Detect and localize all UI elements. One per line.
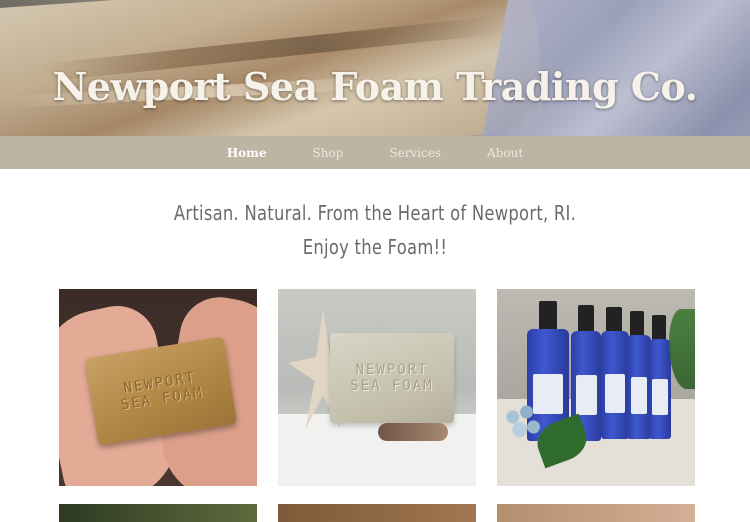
- gallery-image-row2-1[interactable]: [59, 504, 257, 522]
- blue-bottle: [627, 335, 651, 439]
- bottle-pump: [606, 307, 622, 333]
- seashell: [378, 423, 448, 441]
- blue-bottle: [649, 339, 671, 439]
- bottle-pump: [539, 301, 557, 331]
- bottle-pump: [578, 305, 594, 333]
- tagline-line-2: Enjoy the Foam!!: [302, 235, 448, 259]
- nav-item-shop[interactable]: Shop: [290, 146, 367, 160]
- main-nav: Home Shop Services About: [0, 136, 750, 169]
- gallery-image-hands-soap[interactable]: NEWPORT SEA FOAM: [59, 289, 257, 486]
- gallery-image-row2-2[interactable]: [278, 504, 476, 522]
- gallery-image-starfish-soap[interactable]: NEWPORT SEA FOAM: [278, 289, 476, 486]
- blue-bottle: [601, 331, 629, 439]
- soap-stamp-line-2: SEA FOAM: [350, 378, 434, 394]
- bottle-pump: [630, 311, 644, 337]
- ivy-leaves: [669, 309, 695, 389]
- soap-stamp-line-1: NEWPORT: [355, 362, 429, 378]
- bottle-pump: [652, 315, 666, 341]
- gallery-image-row2-3[interactable]: [497, 504, 695, 522]
- site-title[interactable]: Newport Sea Foam Trading Co.: [0, 64, 750, 109]
- tagline-line-1: Artisan. Natural. From the Heart of Newp…: [173, 201, 577, 225]
- nav-item-home[interactable]: Home: [204, 146, 290, 160]
- soap-bar-white: NEWPORT SEA FOAM: [330, 333, 454, 423]
- gallery-image-blue-bottles[interactable]: [497, 289, 695, 486]
- nav-item-services[interactable]: Services: [366, 146, 464, 160]
- tagline: Artisan. Natural. From the Heart of Newp…: [68, 196, 683, 264]
- nav-item-about[interactable]: About: [464, 146, 546, 160]
- white-surface: [278, 414, 476, 486]
- hero-banner: Newport Sea Foam Trading Co.: [0, 0, 750, 136]
